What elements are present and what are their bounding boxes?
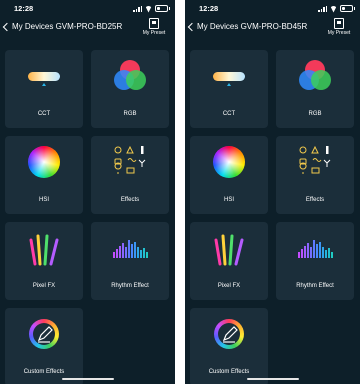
mode-card-label: RGB (308, 111, 322, 117)
mode-card-label: Effects (305, 197, 325, 203)
status-time: 12:28 (199, 4, 219, 13)
device-name: GVM-PRO-BD45R (240, 22, 308, 31)
mode-card-label: Effects (120, 197, 140, 203)
color-wheel-icon (5, 136, 83, 196)
effects-grid-icon (299, 145, 331, 174)
device-name: GVM-PRO-BD25R (55, 22, 123, 31)
mode-card-pixel-fx[interactable]: Pixel FX (190, 222, 268, 300)
home-indicator[interactable] (62, 377, 114, 380)
back-label[interactable]: My Devices (197, 22, 238, 31)
pixel-fx-icon (29, 234, 59, 266)
signal-icon (133, 5, 142, 12)
status-bar: 12:28 (0, 0, 175, 18)
rgb-circles-icon (299, 60, 331, 90)
battery-icon (155, 5, 170, 12)
nav-header: My Devices GVM-PRO-BD45R My Preset (185, 18, 360, 42)
mode-card-hsi[interactable]: HSI (5, 136, 83, 214)
mode-card-custom-effects[interactable]: Custom Effects (190, 308, 268, 384)
preset-icon (149, 18, 159, 29)
mode-card-label: RGB (123, 111, 137, 117)
mode-card-cct[interactable]: CCT (190, 50, 268, 128)
status-time: 12:28 (14, 4, 34, 13)
home-indicator[interactable] (247, 377, 299, 380)
mode-card-label: Custom Effects (208, 369, 250, 375)
my-preset-label: My Preset (142, 30, 166, 36)
mode-card-cct[interactable]: CCT (5, 50, 83, 128)
signal-icon (318, 5, 327, 12)
mode-card-label: HSI (223, 197, 234, 203)
mode-card-label: Pixel FX (32, 283, 56, 289)
mode-card-rhythm-effect[interactable]: Rhythm Effect (276, 222, 354, 300)
effects-grid-icon (114, 145, 146, 174)
mode-card-custom-effects[interactable]: Custom Effects (5, 308, 83, 384)
my-preset-label: My Preset (327, 30, 351, 36)
pixel-fx-icon (214, 234, 244, 266)
mode-card-rgb[interactable]: RGB (276, 50, 354, 128)
rgb-circles-icon (114, 60, 146, 90)
mode-card-label: CCT (37, 111, 51, 117)
mode-card-rhythm-effect[interactable]: Rhythm Effect (91, 222, 169, 300)
mode-card-label: Rhythm Effect (111, 283, 149, 289)
cct-gradient-icon (28, 72, 60, 86)
mode-card-label: HSI (38, 197, 49, 203)
color-wheel-icon (190, 136, 268, 196)
my-preset-button[interactable]: My Preset (137, 18, 171, 36)
cct-gradient-icon (213, 72, 245, 86)
mode-card-pixel-fx[interactable]: Pixel FX (5, 222, 83, 300)
mode-card-label: CCT (222, 111, 236, 117)
status-icons (318, 5, 355, 12)
status-bar: 12:28 (185, 0, 360, 18)
mode-card-label: Custom Effects (23, 369, 65, 375)
mode-card-hsi[interactable]: HSI (190, 136, 268, 214)
rhythm-bars-icon (113, 240, 148, 258)
mode-card-effects[interactable]: Effects (276, 136, 354, 214)
mode-card-rgb[interactable]: RGB (91, 50, 169, 128)
rhythm-bars-icon (298, 240, 333, 258)
mode-card-label: Pixel FX (217, 283, 241, 289)
my-preset-button[interactable]: My Preset (322, 18, 356, 36)
mode-card-effects[interactable]: Effects (91, 136, 169, 214)
back-chevron-icon[interactable] (2, 22, 12, 32)
preset-icon (334, 18, 344, 29)
phone-screen: 12:28 My Devices GVM-PRO-BD25R My Preset… (0, 0, 175, 384)
mode-card-label: Rhythm Effect (296, 283, 334, 289)
battery-icon (340, 5, 355, 12)
custom-effects-pen-icon (5, 308, 83, 368)
status-icons (133, 5, 170, 12)
custom-effects-pen-icon (190, 308, 268, 368)
phone-screen: 12:28 My Devices GVM-PRO-BD45R My Preset… (185, 0, 360, 384)
wifi-icon (330, 6, 337, 12)
wifi-icon (145, 6, 152, 12)
back-chevron-icon[interactable] (187, 22, 197, 32)
page-title[interactable]: My Devices GVM-PRO-BD25R (12, 22, 122, 31)
page-title[interactable]: My Devices GVM-PRO-BD45R (197, 22, 307, 31)
nav-header: My Devices GVM-PRO-BD25R My Preset (0, 18, 175, 42)
back-label[interactable]: My Devices (12, 22, 53, 31)
